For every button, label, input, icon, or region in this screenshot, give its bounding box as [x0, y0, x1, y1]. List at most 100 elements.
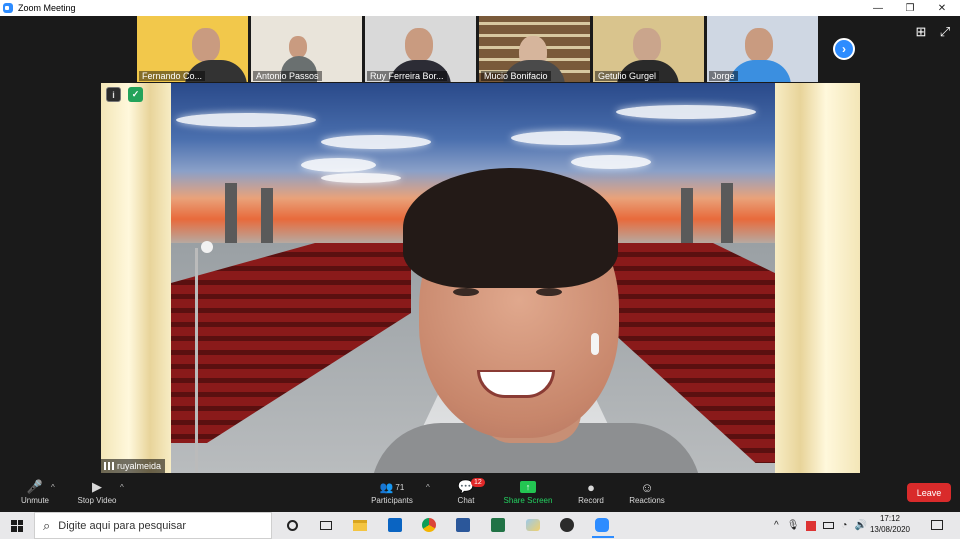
participant-thumb[interactable]: Ruy Ferreira Bor...: [365, 16, 476, 82]
participant-face: [633, 28, 661, 62]
antivirus-tray-icon[interactable]: [806, 520, 817, 531]
chevron-up-icon[interactable]: ^: [774, 520, 779, 531]
wifi-icon[interactable]: ◔: [841, 520, 847, 531]
video-camera-icon: ▶: [92, 479, 102, 494]
chat-unread-badge: 12: [471, 478, 485, 487]
pillar-shape: [225, 183, 237, 243]
excel-icon[interactable]: [488, 515, 508, 535]
file-explorer-icon[interactable]: [350, 515, 370, 535]
close-button[interactable]: ✕: [926, 0, 958, 16]
notification-center-icon[interactable]: [927, 515, 947, 535]
participant-face: [745, 28, 773, 62]
reactions-button[interactable]: ☺ Reactions: [612, 478, 682, 512]
participant-face: [192, 28, 220, 62]
curtain-left: [101, 83, 171, 473]
speaker-hair: [403, 168, 618, 288]
people-icon: 👥: [379, 481, 394, 494]
cloud-shape: [321, 135, 431, 149]
active-app-indicator: [592, 536, 614, 538]
restore-button[interactable]: ❐: [894, 0, 926, 16]
microphone-tray-icon[interactable]: 🎙: [787, 520, 800, 531]
participant-name: Antonio Passos: [253, 71, 322, 81]
participant-thumb[interactable]: Mucio Bonifacio: [479, 16, 590, 82]
participant-name: Fernando Co...: [139, 71, 206, 81]
pillar-shape: [261, 188, 273, 243]
participant-count: 71: [395, 482, 405, 492]
video-options-caret[interactable]: ^: [120, 483, 124, 492]
clock-time: 17:12: [879, 514, 901, 523]
audio-options-caret[interactable]: ^: [51, 483, 55, 492]
fullscreen-icon[interactable]: ⤢: [938, 24, 952, 39]
share-screen-icon: ↑: [520, 478, 536, 496]
participant-name: Jorge: [709, 71, 738, 81]
speaker-eye: [453, 288, 479, 296]
participants-icon: 👥 71: [380, 478, 405, 496]
taskbar-search-box[interactable]: ⌕ Digite aqui para pesquisar: [34, 512, 272, 539]
cloud-shape: [176, 113, 316, 127]
participant-name: Getulio Gurgel: [595, 71, 660, 81]
battery-icon[interactable]: [823, 522, 835, 529]
cloud-shape: [301, 158, 376, 172]
chrome-icon[interactable]: [419, 515, 439, 535]
search-icon: ⌕: [43, 517, 51, 533]
participants-button[interactable]: 👥 71 Participants: [357, 478, 427, 512]
next-page-icon[interactable]: ›: [833, 38, 855, 60]
active-speaker-video: i ✓ ruyalmeida: [101, 83, 860, 473]
minimize-button[interactable]: —: [862, 0, 894, 16]
share-screen-button[interactable]: ↑ Share Screen: [493, 478, 563, 512]
participant-face: [405, 28, 433, 62]
reactions-smiley-icon: ☺: [640, 479, 654, 495]
chat-button[interactable]: 💬 12 Chat: [431, 478, 501, 512]
share-screen-label: Share Screen: [503, 496, 553, 505]
participants-label: Participants: [371, 496, 413, 505]
word-icon[interactable]: [453, 515, 473, 535]
participant-name: Mucio Bonifacio: [481, 71, 551, 81]
cloud-shape: [511, 131, 621, 145]
encryption-shield-icon[interactable]: ✓: [128, 87, 143, 102]
chat-label: Chat: [457, 496, 475, 505]
system-tray: ^ 🎙 ◔ 🔊: [774, 512, 867, 539]
record-label: Record: [578, 496, 604, 505]
curtain-right: [775, 83, 860, 473]
pillar-shape: [721, 183, 733, 243]
pillar-shape: [681, 188, 693, 243]
paint-icon[interactable]: [523, 515, 543, 535]
cortana-icon[interactable]: [282, 515, 302, 535]
outlook-icon[interactable]: [385, 515, 405, 535]
meeting-controls: 🎤 Unmute ^ ▶ Stop Video ^ 👥 71 Participa…: [0, 478, 960, 512]
participant-thumb[interactable]: Jorge: [707, 16, 818, 82]
cloud-shape: [321, 173, 401, 183]
windows-logo-icon: [11, 519, 23, 532]
task-view-icon[interactable]: [316, 515, 336, 535]
reactions-label: Reactions: [629, 496, 665, 505]
title-bar: Zoom Meeting — ❐ ✕: [0, 0, 960, 16]
share-arrow-icon: ↑: [520, 481, 536, 493]
start-button[interactable]: [0, 512, 34, 539]
participant-body: [729, 60, 791, 82]
participant-thumb[interactable]: Antonio Passos: [251, 16, 362, 82]
earbud: [591, 333, 599, 355]
participant-face: [289, 36, 307, 58]
leave-meeting-button[interactable]: Leave: [907, 483, 951, 502]
muted-microphone-icon: 🎤: [26, 479, 44, 494]
zoom-taskbar-icon[interactable]: [592, 515, 612, 535]
unmute-label: Unmute: [20, 496, 49, 505]
participant-thumb[interactable]: Fernando Co...: [137, 16, 248, 82]
meeting-info-icon[interactable]: i: [106, 87, 121, 102]
participant-name: Ruy Ferreira Bor...: [367, 71, 447, 81]
speaker-eye: [536, 288, 562, 296]
signal-bars-icon: [104, 462, 114, 470]
gallery-view-icon[interactable]: ⊞: [914, 24, 928, 39]
cloud-shape: [571, 155, 651, 169]
zoom-meeting-window: Zoom Meeting — ❐ ✕ Fernando Co... Antoni…: [0, 0, 960, 539]
microphone-head: [201, 241, 213, 253]
volume-icon[interactable]: 🔊: [854, 520, 866, 531]
record-icon: ●: [587, 479, 595, 495]
obs-icon[interactable]: [557, 515, 577, 535]
unmute-button[interactable]: 🎤 Unmute: [0, 478, 70, 512]
clock-date: 13/08/2020: [869, 525, 911, 534]
participants-options-caret[interactable]: ^: [426, 483, 430, 492]
taskbar-clock[interactable]: 17:12 13/08/2020: [868, 513, 912, 535]
speaker-name-tag: ruyalmeida: [101, 459, 166, 473]
participant-thumb[interactable]: Getulio Gurgel: [593, 16, 704, 82]
